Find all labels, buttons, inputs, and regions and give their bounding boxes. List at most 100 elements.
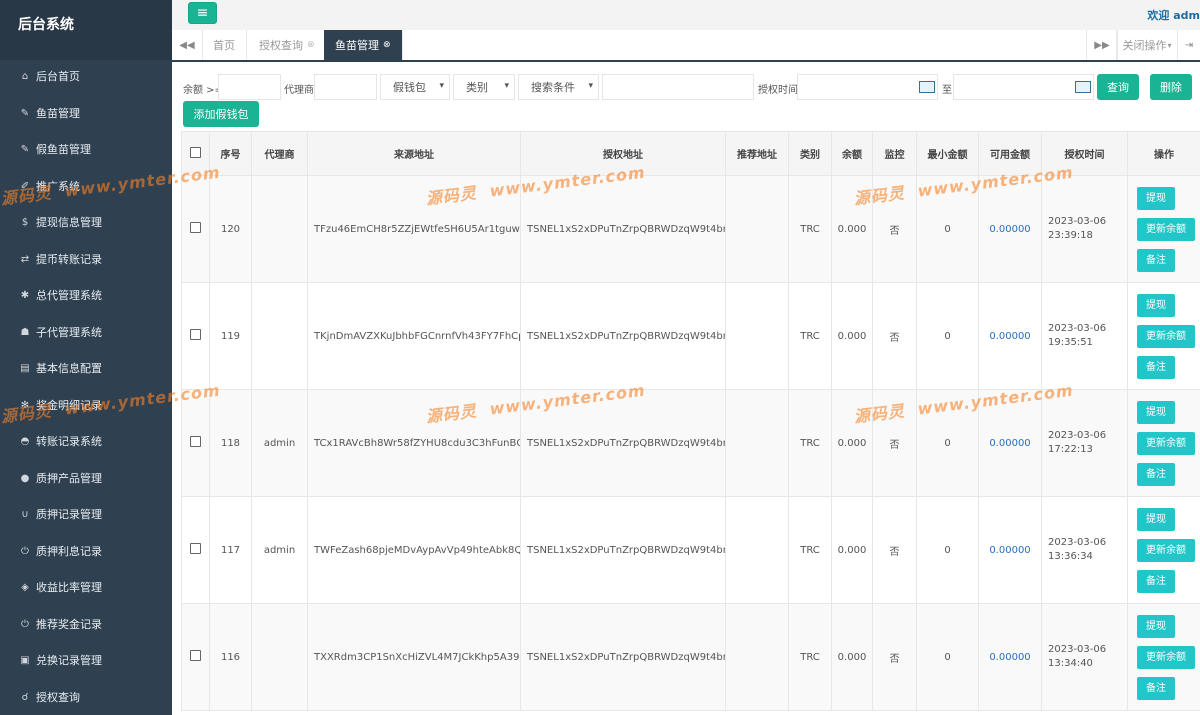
menu-toggle-button[interactable]: ≡ — [188, 2, 217, 24]
welcome-text[interactable]: 欢迎 adm — [1147, 7, 1200, 23]
auth-date: 2023-03-06 — [1048, 644, 1107, 655]
auth-date: 2023-03-06 — [1048, 430, 1107, 441]
withdraw-button[interactable]: 提现 — [1137, 186, 1175, 210]
sidebar-item[interactable]: ✻ 奖金明细记录 — [0, 387, 172, 423]
backward-icon: ◀◀ — [179, 39, 195, 51]
row-checkbox[interactable] — [190, 650, 201, 661]
calendar-icon[interactable] — [919, 81, 935, 93]
id-cell: 116 — [209, 603, 252, 711]
remark-button[interactable]: 备注 — [1137, 248, 1175, 272]
source-address-cell: TKjnDmAVZXKuJbhbFGCnrnfVh43FY7FhCp — [307, 282, 521, 390]
update-balance-button[interactable]: 更新余额 — [1137, 324, 1195, 348]
sidebar-item[interactable]: ✎ 假鱼苗管理 — [0, 131, 172, 167]
close-operations-dropdown[interactable]: 关闭操作 ▾ — [1116, 30, 1178, 60]
home-icon: ⌂ — [21, 70, 29, 82]
filter-bar: 余额 >= 代理商 假钱包 ▾ 类别 ▾ 搜索条件 ▾ 授权时间 至 查询 删除… — [172, 62, 1200, 132]
withdraw-button[interactable]: 提现 — [1137, 614, 1175, 638]
row-checkbox[interactable] — [190, 222, 201, 233]
row-select-cell[interactable] — [181, 175, 210, 283]
sidebar-item[interactable]: ◓ 转账记录系统 — [0, 423, 172, 459]
sidebar-item[interactable]: ☗ 子代管理系统 — [0, 314, 172, 350]
row-checkbox[interactable] — [190, 543, 201, 554]
update-balance-button[interactable]: 更新余额 — [1137, 431, 1195, 455]
query-button[interactable]: 查询 — [1097, 74, 1139, 100]
type-cell: TRC — [788, 282, 832, 390]
auth-time: 23:39:18 — [1048, 230, 1093, 241]
row-select-cell[interactable] — [181, 496, 210, 604]
update-balance-button[interactable]: 更新余额 — [1137, 538, 1195, 562]
sidebar-item-label: 后台首页 — [36, 70, 80, 83]
sidebar-item-label: 转账记录系统 — [36, 435, 102, 448]
condition-select[interactable]: 搜索条件 ▾ — [518, 74, 599, 100]
table-row: 119 TKjnDmAVZXKuJbhbFGCnrnfVh43FY7FhCp TSN… — [181, 282, 1200, 390]
withdraw-button[interactable]: 提现 — [1137, 507, 1175, 531]
sidebar-item[interactable]: ▤ 基本信息配置 — [0, 350, 172, 386]
remark-button[interactable]: 备注 — [1137, 569, 1175, 593]
calendar-icon[interactable] — [1075, 81, 1091, 93]
tab-scroll-right-button[interactable]: ▶▶ — [1086, 30, 1118, 60]
sidebar-item[interactable]: ⏻ 质押利息记录 — [0, 533, 172, 569]
close-tab-icon[interactable]: ⊗ — [307, 40, 315, 50]
row-select-cell[interactable] — [181, 389, 210, 497]
tab-auth-query[interactable]: 授权查询 ⊗ — [248, 30, 327, 60]
column-header: 来源地址 — [307, 131, 521, 176]
id-cell: 118 — [209, 389, 252, 497]
tab-scroll-left-button[interactable]: ◀◀ — [172, 30, 203, 60]
referral-address-cell — [725, 389, 789, 497]
delete-button[interactable]: 删除 — [1150, 74, 1192, 100]
row-select-cell[interactable] — [181, 603, 210, 711]
remark-button[interactable]: 备注 — [1137, 355, 1175, 379]
min-amount-cell: 0 — [916, 496, 979, 604]
withdraw-button[interactable]: 提现 — [1137, 293, 1175, 317]
sidebar-item[interactable]: ✎ 鱼苗管理 — [0, 95, 172, 131]
select-all-cell[interactable] — [181, 131, 210, 176]
sidebar-item[interactable]: ⏻ 推荐奖金记录 — [0, 606, 172, 642]
sidebar-item[interactable]: $ 提现信息管理 — [0, 204, 172, 240]
sidebar-item[interactable]: ● 质押产品管理 — [0, 460, 172, 496]
table-row: 117 admin TWFeZash68pjeMDvAypAvVp49hteAbk8… — [181, 496, 1200, 604]
min-amount-cell: 0 — [916, 603, 979, 711]
sidebar-item[interactable]: ◈ 收益比率管理 — [0, 569, 172, 605]
sidebar-item[interactable]: ✐ 推广系统 — [0, 168, 172, 204]
withdraw-button[interactable]: 提现 — [1137, 400, 1175, 424]
tab-fish-management[interactable]: 鱼苗管理 ⊗ — [324, 30, 403, 60]
close-tab-icon[interactable]: ⊗ — [383, 40, 391, 50]
auth-address-cell: TSNEL1xS2xDPuTnZrpQBRWDzqW9t4bnv1t — [520, 282, 726, 390]
tab-home[interactable]: 首页 — [202, 30, 247, 60]
row-select-cell[interactable] — [181, 282, 210, 390]
sidebar-item[interactable]: ▣ 兑换记录管理 — [0, 642, 172, 678]
update-balance-button[interactable]: 更新余额 — [1137, 217, 1195, 241]
balance-cell: 0.000 — [831, 282, 873, 390]
column-header: 类别 — [788, 131, 832, 176]
sidebar-item[interactable]: ✱ 总代管理系统 — [0, 277, 172, 313]
chevron-down-icon: ▾ — [504, 81, 509, 91]
remark-button[interactable]: 备注 — [1137, 676, 1175, 700]
auth-date: 2023-03-06 — [1048, 537, 1107, 548]
search-input[interactable] — [602, 74, 754, 100]
auth-address-cell: TSNEL1xS2xDPuTnZrpQBRWDzqW9t4bnv1t — [520, 603, 726, 711]
row-checkbox[interactable] — [190, 436, 201, 447]
wallet-select[interactable]: 假钱包 ▾ — [380, 74, 450, 100]
end-time-input[interactable] — [953, 74, 1094, 100]
sidebar-item[interactable]: ☌ 授权查询 — [0, 679, 172, 715]
start-time-input[interactable] — [797, 74, 938, 100]
source-address-cell: TXXRdm3CP1SnXcHiZVL4M7JCkKhp5A399Y — [307, 603, 521, 711]
agent-input[interactable] — [314, 74, 377, 100]
comment-icon: ● — [20, 472, 30, 484]
balance-input[interactable] — [218, 74, 281, 100]
type-select[interactable]: 类别 ▾ — [453, 74, 515, 100]
remark-button[interactable]: 备注 — [1137, 462, 1175, 486]
exit-button[interactable]: ⇥ — [1178, 30, 1200, 60]
add-fake-wallet-button[interactable]: 添加假钱包 — [183, 101, 259, 127]
select-all-checkbox[interactable] — [190, 146, 201, 158]
sidebar-item-label: 质押利息记录 — [36, 545, 102, 558]
sidebar-item[interactable]: ⌂ 后台首页 — [0, 58, 172, 94]
auth-time-cell: 2023-03-06 19:35:51 — [1041, 282, 1128, 390]
row-checkbox[interactable] — [190, 329, 201, 340]
sidebar-item[interactable]: ⇄ 提币转账记录 — [0, 241, 172, 277]
update-balance-button[interactable]: 更新余额 — [1137, 645, 1195, 669]
users-icon: ☗ — [20, 326, 30, 338]
sidebar-item-label: 鱼苗管理 — [36, 107, 80, 120]
sidebar-item[interactable]: ∪ 质押记录管理 — [0, 496, 172, 532]
to-label: 至 — [942, 85, 952, 96]
